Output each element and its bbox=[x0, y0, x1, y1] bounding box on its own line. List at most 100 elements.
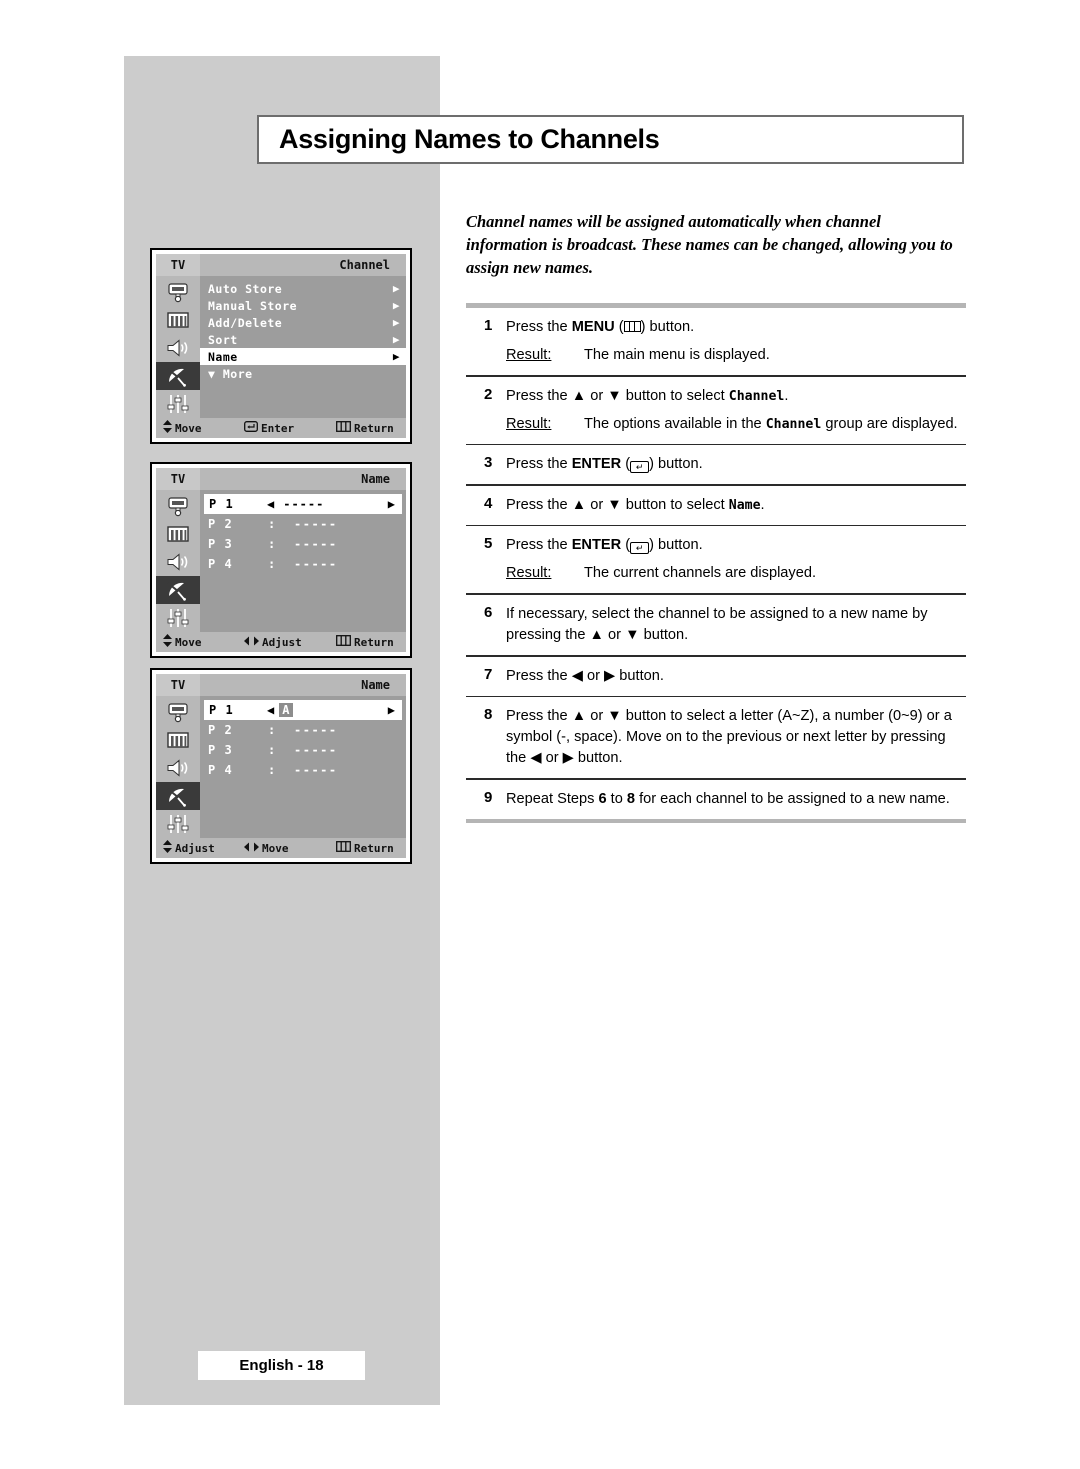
bars-icon[interactable] bbox=[156, 520, 200, 548]
step-text: Press the ENTER (↵) button. bbox=[506, 537, 703, 555]
osd-filler bbox=[200, 780, 406, 828]
enter-icon: ↵ bbox=[630, 461, 650, 474]
step-text-post: button. bbox=[653, 456, 703, 473]
channel-row-p3[interactable]: P 3 : ----- bbox=[200, 534, 406, 554]
step-body: If necessary, select the channel to be a… bbox=[506, 605, 928, 643]
arrow-right-icon[interactable]: ▶ bbox=[388, 498, 396, 510]
channel-row-p3[interactable]: P 3 : ----- bbox=[200, 740, 406, 760]
menu-name: Name bbox=[728, 497, 761, 513]
footer-label: Adjust bbox=[262, 635, 302, 649]
sliders-icon[interactable] bbox=[156, 810, 200, 838]
satellite-dish-icon[interactable] bbox=[156, 576, 200, 604]
satellite-dish-icon[interactable] bbox=[156, 782, 200, 810]
speaker-icon[interactable] bbox=[156, 754, 200, 782]
menu-icon bbox=[336, 421, 351, 435]
step-number: 4 bbox=[484, 494, 493, 512]
step-number: 9 bbox=[484, 788, 493, 806]
menu-item-name[interactable]: Name ▶ bbox=[200, 348, 406, 365]
step-text: Press the ▲ or ▼ button to select Channe… bbox=[506, 386, 966, 407]
osd-icon-rail bbox=[156, 696, 200, 838]
arrow-right-icon[interactable]: ▶ bbox=[388, 704, 396, 716]
channel-number: P 1 bbox=[209, 497, 234, 511]
bars-icon[interactable] bbox=[156, 306, 200, 334]
step-2: 2 Press the ▲ or ▼ button to select Chan… bbox=[466, 377, 966, 444]
step-ref-start: 6 bbox=[598, 790, 607, 807]
sliders-icon[interactable] bbox=[156, 604, 200, 632]
leftright-arrow-icon bbox=[244, 636, 259, 649]
menu-item-label: Manual Store bbox=[208, 298, 298, 313]
enter-icon bbox=[244, 421, 258, 435]
osd-footer: Adjust Move Return bbox=[156, 838, 406, 858]
page-title: Assigning Names to Channels bbox=[279, 124, 660, 154]
step-number: 6 bbox=[484, 603, 493, 621]
step-text-pre: Repeat Steps bbox=[506, 790, 599, 807]
channel-number: P 3 bbox=[208, 537, 233, 551]
osd-body: P 1 ◀ A ▶ P 2 : ----- P 3 : ----- P 4: … bbox=[156, 696, 406, 838]
picture-icon[interactable] bbox=[156, 492, 200, 520]
step-8: 8 Press the ▲ or ▼ button to select a le… bbox=[466, 697, 966, 778]
channel-number: P 2 bbox=[208, 517, 233, 531]
menu-item-more[interactable]: ▼ More bbox=[200, 365, 406, 382]
result-text: The current channels are displayed. bbox=[584, 565, 817, 582]
menu-item-sort[interactable]: Sort ▶ bbox=[200, 331, 406, 348]
osd-inner: TV Channel Auto Store ▶ Manual Store ▶ A… bbox=[156, 254, 406, 438]
chevron-right-icon: ▶ bbox=[392, 316, 400, 329]
button-name: ENTER bbox=[571, 456, 622, 473]
channel-row-p1[interactable]: P 1 ◀ ----- ▶ bbox=[204, 494, 402, 514]
step-body: Press the MENU () button. Result: The ma… bbox=[506, 317, 966, 366]
footer-label: Move bbox=[175, 421, 202, 435]
osd-icon-rail bbox=[156, 490, 200, 632]
footer-label: Adjust bbox=[175, 841, 215, 855]
step-text-pre: Press the bbox=[506, 456, 572, 473]
bars-icon[interactable] bbox=[156, 726, 200, 754]
step-7: 7 Press the ◀ or ▶ button. bbox=[466, 657, 966, 696]
footer-label: Return bbox=[354, 635, 394, 649]
step-1: 1 Press the MENU () button. Result: The … bbox=[466, 308, 966, 375]
menu-item-label: Auto Store bbox=[208, 281, 283, 296]
footer-return: Return bbox=[336, 635, 394, 649]
picture-icon[interactable] bbox=[156, 278, 200, 306]
channel-separator: : bbox=[268, 517, 277, 531]
osd-menu-list: Auto Store ▶ Manual Store ▶ Add/Delete ▶… bbox=[200, 276, 406, 418]
channel-number: P 4 bbox=[208, 763, 233, 777]
channel-separator: : bbox=[268, 723, 277, 737]
step-4: 4 Press the ▲ or ▼ button to select Name… bbox=[466, 486, 966, 525]
osd-menu-channel: TV Channel Auto Store ▶ Manual Store ▶ A… bbox=[150, 248, 412, 444]
chevron-right-icon: ▶ bbox=[392, 350, 400, 363]
channel-name-char[interactable]: A bbox=[279, 703, 294, 717]
menu-item-auto-store[interactable]: Auto Store ▶ bbox=[200, 280, 406, 297]
osd-body: Auto Store ▶ Manual Store ▶ Add/Delete ▶… bbox=[156, 276, 406, 418]
page-title-box: Assigning Names to Channels bbox=[257, 115, 964, 164]
menu-item-manual-store[interactable]: Manual Store ▶ bbox=[200, 297, 406, 314]
chevron-right-icon: ▶ bbox=[392, 333, 400, 346]
picture-icon[interactable] bbox=[156, 698, 200, 726]
step-text-pre: Press the ▲ or ▼ button to select bbox=[506, 496, 729, 513]
sliders-icon[interactable] bbox=[156, 390, 200, 418]
channel-row-p1[interactable]: P 1 ◀ A ▶ bbox=[204, 700, 402, 720]
channel-separator: : bbox=[268, 763, 277, 777]
arrow-left-icon[interactable]: ◀ bbox=[267, 498, 275, 510]
menu-item-add-delete[interactable]: Add/Delete ▶ bbox=[200, 314, 406, 331]
channel-number: P 4 bbox=[208, 557, 233, 571]
step-number: 5 bbox=[484, 535, 493, 553]
leftright-arrow-icon bbox=[244, 842, 259, 855]
osd-tv-label: TV bbox=[156, 468, 200, 490]
channel-row-p4[interactable]: P 4 : ----- bbox=[200, 760, 406, 780]
result-text-post: group are displayed. bbox=[821, 415, 958, 432]
osd-footer: Move Enter Return bbox=[156, 418, 406, 438]
page-footer: English - 18 bbox=[198, 1351, 365, 1380]
channel-row-p2[interactable]: P 2 : ----- bbox=[200, 720, 406, 740]
speaker-icon[interactable] bbox=[156, 548, 200, 576]
channel-row-p4[interactable]: P 4 : ----- bbox=[200, 554, 406, 574]
footer-move: Move bbox=[244, 842, 336, 855]
channel-row-p2[interactable]: P 2 : ----- bbox=[200, 514, 406, 534]
satellite-dish-icon[interactable] bbox=[156, 362, 200, 390]
divider-bottom bbox=[466, 818, 966, 823]
result-label: Result: bbox=[506, 347, 552, 363]
step-text-mid: to bbox=[606, 790, 627, 807]
arrow-left-icon[interactable]: ◀ bbox=[267, 704, 275, 716]
osd-filler bbox=[200, 574, 406, 622]
footer-move: Move bbox=[156, 420, 244, 436]
channel-separator: : bbox=[268, 743, 277, 757]
speaker-icon[interactable] bbox=[156, 334, 200, 362]
